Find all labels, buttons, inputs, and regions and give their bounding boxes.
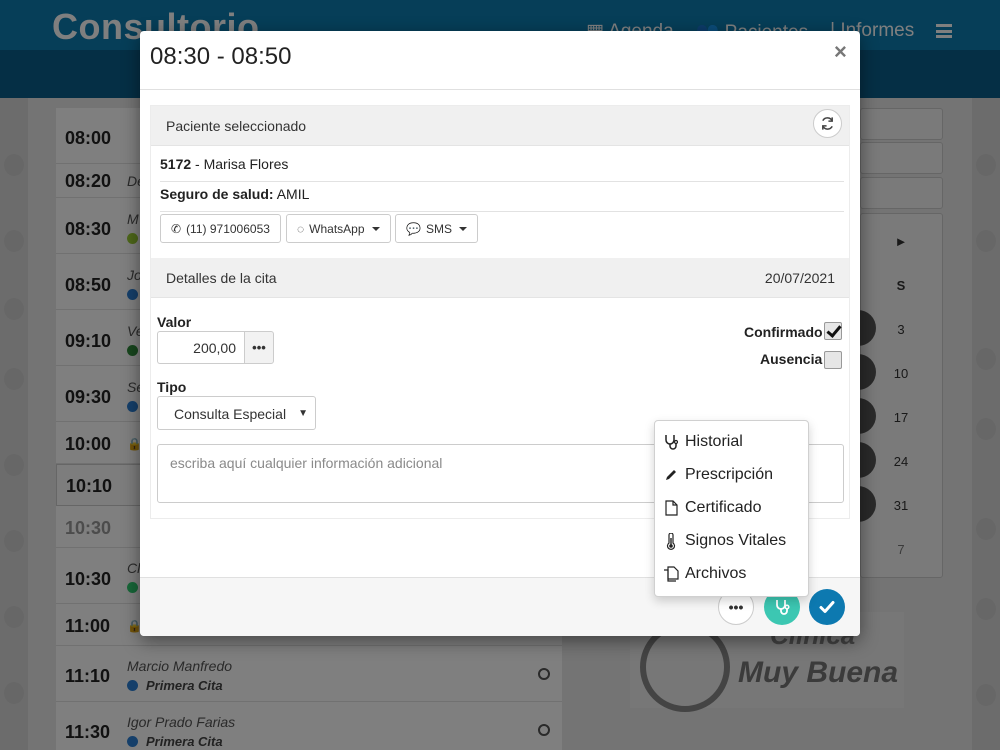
check-icon: [819, 601, 835, 613]
tipo-select[interactable]: Consulta Especial ▼: [157, 396, 316, 430]
refresh-icon: [822, 117, 833, 130]
refresh-button[interactable]: [813, 109, 842, 138]
patient-section-header: Paciente seleccionado: [151, 106, 849, 146]
menu-item-archivos[interactable]: Archivos: [663, 560, 746, 588]
menu-item-label: Archivos: [685, 565, 747, 582]
divider: [160, 181, 844, 182]
phone-icon: ✆: [171, 221, 182, 236]
files-icon: [663, 565, 679, 583]
stethoscope-icon: [776, 600, 790, 615]
details-section-header: Detalles de la cita 20/07/2021: [151, 258, 849, 298]
divider: [160, 211, 844, 212]
menu-item-prescripcion[interactable]: Prescripción: [663, 461, 773, 489]
ausencia-label: Ausencia: [760, 351, 823, 367]
insurance-value: AMIL: [273, 186, 310, 202]
confirmado-label: Confirmado: [744, 324, 823, 340]
chat-bubble-icon: 💬: [406, 221, 421, 236]
confirm-button[interactable]: [809, 589, 845, 625]
menu-item-label: Certificado: [685, 499, 762, 516]
patient-line: 5172 - Marisa Flores: [160, 156, 288, 172]
thermometer-icon: [663, 532, 679, 550]
menu-item-certificado[interactable]: Certificado: [663, 494, 761, 522]
pencil-icon: [663, 466, 679, 484]
menu-item-historial[interactable]: Historial: [663, 428, 743, 456]
insurance-line: Seguro de salud: AMIL: [160, 186, 309, 202]
select-arrow-icon: ▼: [298, 408, 308, 419]
file-icon: [663, 499, 679, 517]
patient-name: - Marisa Flores: [191, 156, 289, 172]
caret-down-icon: [371, 226, 380, 231]
whatsapp-icon: ◌: [297, 221, 305, 236]
patient-id: 5172: [160, 156, 192, 172]
confirmado-checkbox[interactable]: [824, 322, 842, 340]
whatsapp-button[interactable]: ◌ WhatsApp: [286, 214, 391, 243]
section-title: Detalles de la cita: [166, 270, 277, 286]
sms-button[interactable]: 💬 SMS: [395, 214, 478, 243]
stethoscope-icon: [663, 433, 679, 451]
phone-button[interactable]: ✆ (11) 971006053: [160, 214, 281, 243]
menu-item-signos-vitales[interactable]: Signos Vitales: [663, 527, 786, 555]
more-options-menu: Historial Prescripción Certificado Signo…: [654, 420, 809, 597]
caret-down-icon: [458, 226, 467, 231]
valor-label: Valor: [157, 314, 192, 330]
close-icon[interactable]: ×: [834, 39, 847, 65]
appointment-date: 20/07/2021: [764, 270, 835, 286]
menu-item-label: Historial: [685, 433, 743, 450]
modal-title: 08:30 - 08:50: [150, 43, 292, 70]
ausencia-checkbox[interactable]: [824, 351, 842, 369]
section-title: Paciente seleccionado: [166, 118, 307, 134]
insurance-label: Seguro de salud:: [160, 186, 274, 202]
divider: [140, 89, 860, 90]
menu-item-label: Prescripción: [685, 466, 774, 483]
valor-input[interactable]: 200,00: [157, 331, 245, 364]
tipo-label: Tipo: [157, 379, 187, 395]
valor-more-button[interactable]: •••: [244, 331, 274, 364]
menu-item-label: Signos Vitales: [685, 532, 787, 549]
